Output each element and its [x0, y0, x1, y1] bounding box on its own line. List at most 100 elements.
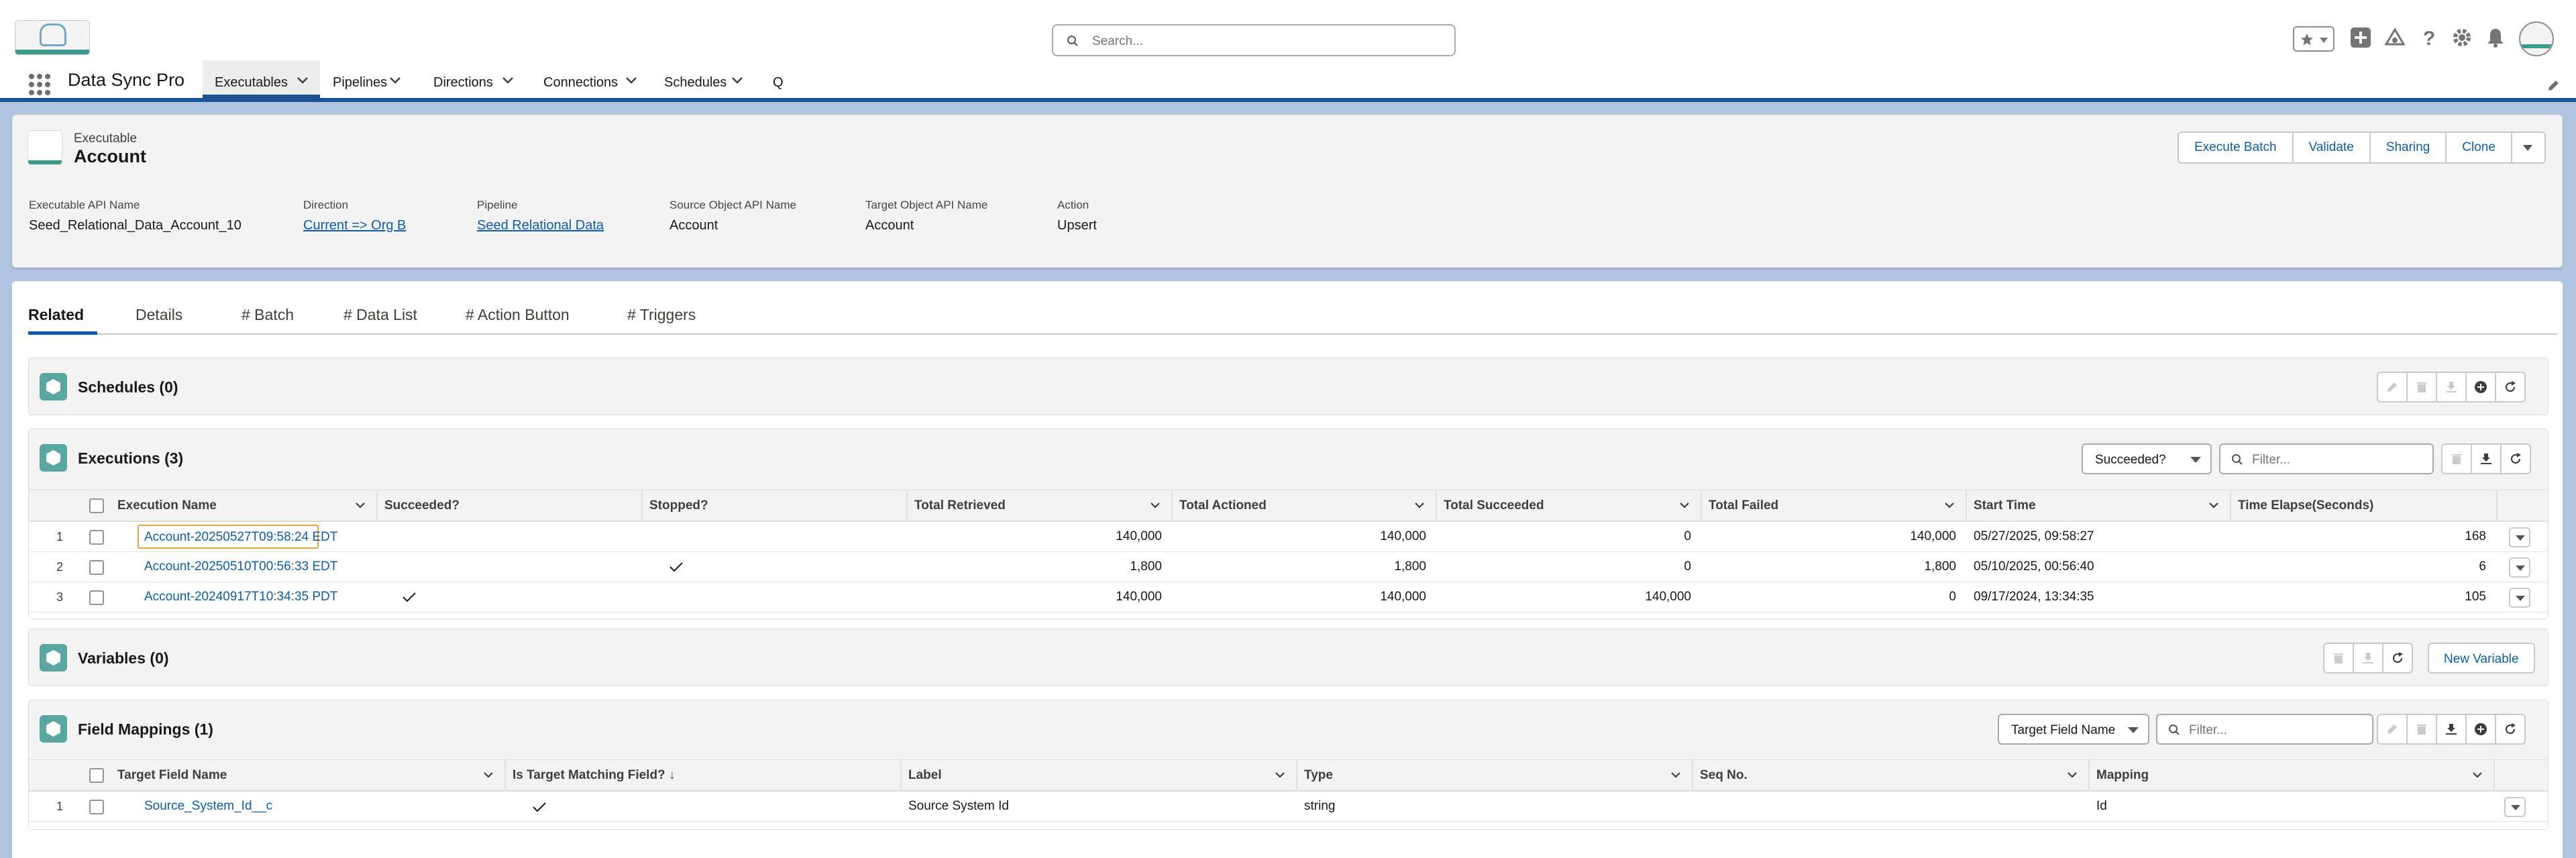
chevron-down-icon[interactable]: [2472, 771, 2483, 778]
column-header-time-elapse[interactable]: Time Elapse(Seconds): [2231, 490, 2498, 522]
tab-data-list[interactable]: # Data List: [343, 306, 417, 324]
execution-name-link[interactable]: Account-20240917T10:34:35 PDT: [138, 590, 337, 604]
chevron-down-icon[interactable]: [2067, 771, 2078, 778]
notifications-bell-icon[interactable]: [2485, 27, 2506, 48]
validate-button[interactable]: Validate: [2294, 133, 2371, 162]
column-header-total-retrieved[interactable]: Total Retrieved: [908, 490, 1173, 522]
edit-nav-pencil-icon[interactable]: [2546, 79, 2560, 93]
nav-item-schedules[interactable]: Schedules: [653, 60, 753, 98]
column-header-label[interactable]: Label: [902, 759, 1297, 792]
nav-item-connections[interactable]: Connections: [533, 60, 645, 98]
row-actions-button[interactable]: [2509, 527, 2530, 547]
trailhead-icon[interactable]: [2384, 27, 2406, 48]
column-header-is-target-matching-field[interactable]: Is Target Matching Field? ↓: [506, 759, 902, 792]
download-button[interactable]: [2471, 443, 2502, 474]
chevron-down-icon[interactable]: [1275, 771, 1285, 778]
chevron-down-icon[interactable]: [1150, 502, 1161, 508]
field-mappings-filter-field-select[interactable]: Target Field Name: [1998, 714, 2149, 745]
column-header-target-field-name[interactable]: Target Field Name: [111, 759, 506, 792]
refresh-button[interactable]: [2495, 372, 2526, 403]
help-icon[interactable]: ?: [2418, 27, 2440, 48]
target-field-name-link[interactable]: Source_System_Id__c: [138, 799, 272, 814]
row-checkbox[interactable]: [89, 560, 104, 575]
row-checkbox[interactable]: [89, 590, 104, 605]
nav-item-q[interactable]: Q: [763, 60, 790, 98]
refresh-button[interactable]: [2495, 714, 2526, 745]
row-actions-button[interactable]: [2504, 797, 2526, 817]
download-button[interactable]: [2353, 643, 2383, 674]
column-header-total-failed[interactable]: Total Failed: [1702, 490, 1967, 522]
row-actions-button[interactable]: [2509, 588, 2530, 608]
user-avatar[interactable]: [2519, 21, 2554, 56]
chevron-down-icon[interactable]: [731, 76, 743, 85]
tab-action-button[interactable]: # Action Button: [466, 306, 570, 324]
chevron-down-icon[interactable]: [1679, 502, 1690, 508]
edit-button[interactable]: [2377, 372, 2408, 403]
row-actions-button[interactable]: [2509, 557, 2530, 578]
chevron-down-icon[interactable]: [1670, 771, 1681, 778]
global-search-input[interactable]: Search...: [1052, 24, 1456, 56]
execute-batch-button[interactable]: Execute Batch: [2179, 133, 2294, 162]
download-button[interactable]: [2436, 714, 2467, 745]
more-actions-button[interactable]: [2512, 133, 2544, 162]
chevron-down-icon[interactable]: [297, 76, 309, 85]
column-header-mapping[interactable]: Mapping: [2090, 759, 2495, 792]
row-checkbox[interactable]: [89, 530, 104, 545]
chevron-down-icon: [2128, 727, 2139, 733]
delete-button[interactable]: [2406, 372, 2437, 403]
refresh-icon: [2510, 453, 2521, 464]
delete-button[interactable]: [2441, 443, 2472, 474]
execution-name-link[interactable]: Account-20250510T00:56:33 EDT: [138, 559, 337, 574]
column-header-stopped[interactable]: Stopped?: [643, 490, 908, 522]
direction-link[interactable]: Current => Org B: [303, 218, 406, 233]
setup-gear-icon[interactable]: [2451, 27, 2473, 48]
edit-button[interactable]: [2377, 714, 2408, 745]
tab-related[interactable]: Related: [28, 306, 84, 324]
chevron-down-icon[interactable]: [355, 502, 366, 508]
nav-item-label: Pipelines: [333, 75, 388, 90]
delete-button[interactable]: [2323, 643, 2354, 674]
pipeline-link[interactable]: Seed Relational Data: [477, 218, 604, 233]
execution-name-link[interactable]: Account-20250527T09:58:24 EDT: [138, 525, 337, 549]
org-logo[interactable]: [15, 20, 90, 55]
chevron-down-icon[interactable]: [389, 76, 401, 85]
favorites-button[interactable]: [2293, 26, 2334, 52]
executions-filter-field-select[interactable]: Succeeded?: [2082, 443, 2212, 474]
new-variable-button[interactable]: New Variable: [2428, 643, 2535, 674]
nav-item-pipelines[interactable]: Pipelines: [322, 60, 415, 98]
add-button[interactable]: [2465, 372, 2496, 403]
chevron-down-icon[interactable]: [625, 76, 637, 85]
chevron-down-icon[interactable]: [502, 76, 514, 85]
chevron-down-icon[interactable]: [483, 771, 494, 778]
nav-item-executables[interactable]: Executables: [203, 60, 320, 98]
add-icon[interactable]: [2350, 27, 2371, 48]
add-button[interactable]: [2465, 714, 2496, 745]
tab-batch[interactable]: # Batch: [241, 306, 294, 324]
column-header-total-succeeded[interactable]: Total Succeeded: [1437, 490, 1702, 522]
column-header-start-time[interactable]: Start Time: [1967, 490, 2231, 522]
tab-details[interactable]: Details: [136, 306, 182, 324]
chevron-down-icon[interactable]: [2208, 502, 2219, 508]
app-launcher-icon[interactable]: [29, 74, 50, 95]
select-all-checkbox[interactable]: [89, 498, 104, 513]
field-mappings-filter-input[interactable]: Filter...: [2156, 714, 2373, 745]
executions-filter-input[interactable]: Filter...: [2219, 443, 2434, 474]
refresh-button[interactable]: [2382, 643, 2413, 674]
column-header-succeeded[interactable]: Succeeded?: [378, 490, 643, 522]
delete-button[interactable]: [2406, 714, 2437, 745]
select-all-checkbox[interactable]: [89, 768, 104, 783]
refresh-button[interactable]: [2500, 443, 2531, 474]
chevron-down-icon[interactable]: [1414, 502, 1425, 508]
column-header-total-actioned[interactable]: Total Actioned: [1173, 490, 1437, 522]
nav-item-directions[interactable]: Directions: [423, 60, 522, 98]
clone-button[interactable]: Clone: [2447, 133, 2512, 162]
column-header-seq-no[interactable]: Seq No.: [1693, 759, 2090, 792]
tab-triggers[interactable]: # Triggers: [627, 306, 696, 324]
row-checkbox[interactable]: [89, 800, 104, 814]
column-header-execution-name[interactable]: Execution Name: [111, 490, 378, 522]
download-button[interactable]: [2436, 372, 2467, 403]
nav-item-label: Q: [773, 75, 784, 90]
sharing-button[interactable]: Sharing: [2371, 133, 2447, 162]
column-header-type[interactable]: Type: [1297, 759, 1693, 792]
chevron-down-icon[interactable]: [1944, 502, 1955, 508]
